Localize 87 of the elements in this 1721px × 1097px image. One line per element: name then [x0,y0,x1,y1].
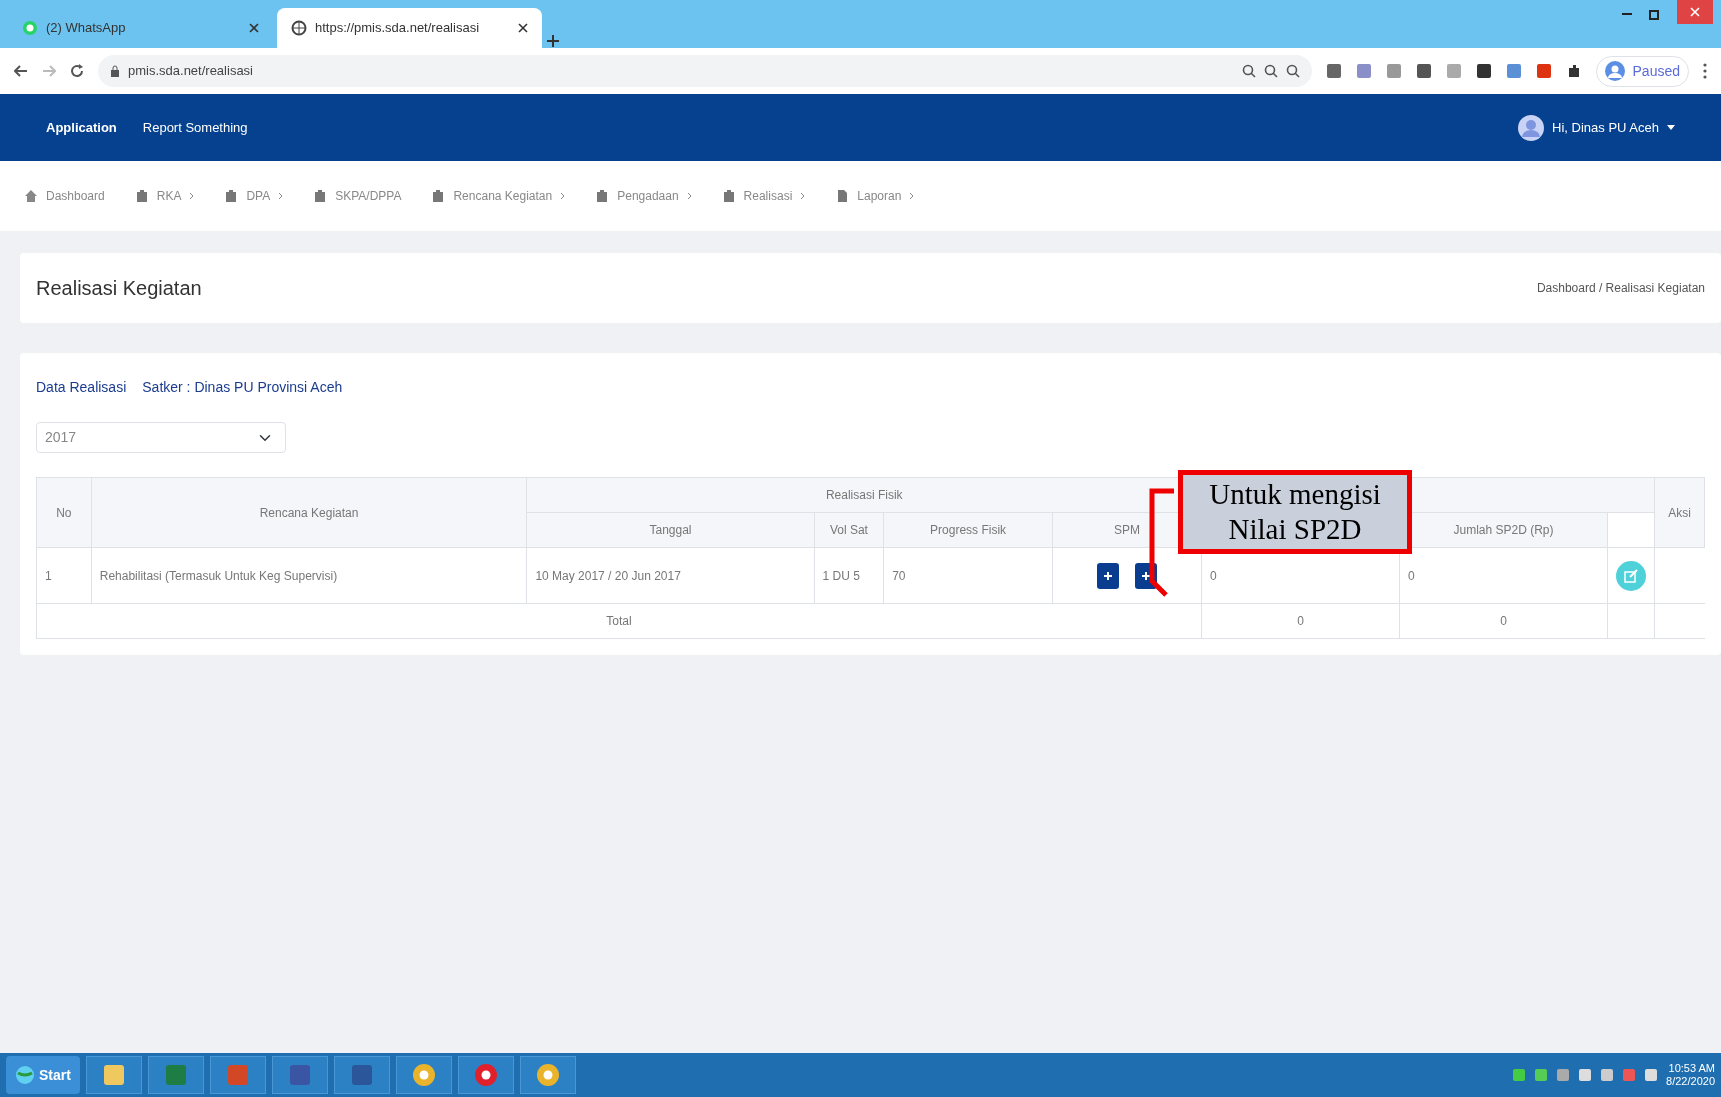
table-cell: Rehabilitasi (Termasuk Untuk Keg Supervisi) [91,547,527,604]
menu-item[interactable]: DPA [246,187,271,205]
address-bar[interactable]: pmis.sda.net/realisasi [98,55,1312,87]
tray-icon[interactable] [1534,1068,1549,1082]
building-icon [224,189,239,203]
plus-icon [1104,571,1112,580]
extension-icon[interactable] [1325,63,1342,79]
page-title: Realisasi Kegiatan [36,276,202,300]
chevron-icon[interactable] [909,192,915,200]
browser-tab[interactable]: (2) WhatsApp [8,8,273,48]
column-header: Vol Sat [814,512,884,548]
home-icon [24,189,38,203]
chevron-icon[interactable] [278,192,284,200]
browser-tab[interactable]: https://pmis.sda.net/realisasi [277,8,542,48]
plus-icon [1142,571,1150,580]
back-icon[interactable] [14,64,28,78]
chevron-icon[interactable] [686,192,692,200]
column-header: Rencana Kegiatan [91,477,527,548]
menu-item[interactable]: Dashboard [46,187,105,205]
tray-icon[interactable] [1556,1068,1571,1082]
extension-icon[interactable] [1415,63,1432,79]
reload-icon[interactable] [70,64,84,78]
building-icon [313,189,328,203]
document-icon [835,189,850,203]
taskbar-app[interactable] [333,1056,390,1094]
edit-icon [1624,569,1639,584]
breadcrumb-trail: Dashboard / Realisasi Kegiatan [1536,280,1705,297]
building-icon [595,189,610,203]
table-cell: Total [36,603,1202,639]
avatar-icon [1518,114,1545,141]
start-button[interactable]: Start [6,1056,80,1094]
column-header: No [36,477,92,548]
user-menu[interactable]: Hi, Dinas PU Aceh [1552,117,1659,138]
menu-item[interactable]: Pengadaan [617,187,679,205]
section-title: Data Realisasi [36,378,127,397]
table-cell: 70 [883,547,1053,604]
zoom-icon[interactable] [1263,64,1278,78]
close-icon[interactable] [518,23,528,33]
more-icon[interactable] [1703,63,1707,79]
building-icon [431,189,446,203]
taskbar-app[interactable] [395,1056,452,1094]
plus-icon[interactable] [546,34,560,48]
clock-date: 8/22/2020 [1666,1075,1715,1089]
menu-item[interactable]: Realisasi [743,187,793,205]
table-cell: 1 [36,547,92,604]
table-cell: 10 May 2017 / 20 Jun 2017 [526,547,815,604]
close-icon [1690,7,1700,17]
restore-icon[interactable] [1649,8,1661,20]
whatsapp-icon [22,20,38,36]
taskbar-app[interactable] [519,1056,576,1094]
taskbar-app[interactable] [85,1056,142,1094]
globe-icon [291,20,307,36]
taskbar-app[interactable] [457,1056,514,1094]
chevron-icon[interactable] [560,192,566,200]
column-header: Tanggal [526,512,815,548]
table-cell: 0 [1399,603,1608,639]
menu-item[interactable]: SKPA/DPPA [335,187,402,205]
table-cell: 1 DU 5 [814,547,884,604]
year-select[interactable]: 2017 [36,422,286,453]
chevron-icon[interactable] [800,192,806,200]
menu-item[interactable]: Laporan [857,187,902,205]
column-header: Progress Fisik [883,512,1053,548]
tray-icon[interactable] [1644,1068,1659,1082]
extension-icon[interactable] [1475,63,1492,79]
building-icon [721,189,736,203]
add-button[interactable] [1097,562,1119,589]
nav-link[interactable]: Application [46,117,117,138]
building-icon [134,189,149,203]
taskbar-app[interactable] [271,1056,328,1094]
close-window-button[interactable] [1677,0,1713,24]
lock-icon [110,65,120,77]
table-cell: 0 [1201,603,1400,639]
tray-icon[interactable] [1512,1068,1527,1082]
chevron-icon[interactable] [189,192,195,200]
menu-item[interactable]: Rencana Kegiatan [453,187,553,205]
tray-icon[interactable] [1600,1068,1615,1082]
menu-item[interactable]: RKA [156,187,182,205]
caret-icon[interactable] [1667,125,1675,130]
avatar-icon [1604,61,1625,81]
tray-icon[interactable] [1578,1068,1593,1082]
nav-link[interactable]: Report Something [142,117,248,138]
clock-time: 10:53 AM [1667,1061,1715,1075]
close-icon[interactable] [249,23,259,33]
column-header: Aksi [1654,477,1705,548]
annotation-callout: Untuk mengisi Nilai SP2D [1178,470,1412,554]
satker-label: Satker : Dinas PU Provinsi Aceh [142,378,343,397]
globe-icon [15,1065,35,1085]
